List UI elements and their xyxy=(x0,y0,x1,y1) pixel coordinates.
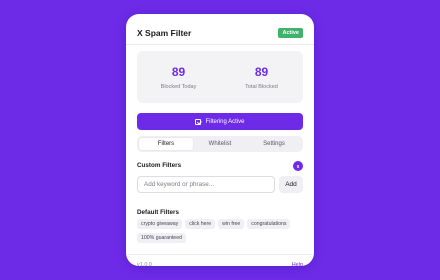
stat-total-blocked: 89 Total Blocked xyxy=(220,51,303,103)
tab-settings[interactable]: Settings xyxy=(247,138,301,150)
stat-label: Blocked Today xyxy=(160,83,197,90)
filter-chip[interactable]: crypto giveaway xyxy=(137,219,183,229)
tab-filters[interactable]: Filters xyxy=(139,138,193,150)
stats-panel: 89 Blocked Today 89 Total Blocked xyxy=(137,51,303,103)
header-divider xyxy=(126,44,314,45)
filter-chip[interactable]: win free xyxy=(218,219,245,229)
version-label: v1.0.0 xyxy=(137,262,152,268)
add-filter-row: Add xyxy=(137,176,303,193)
custom-filters-title: Custom Filters xyxy=(137,162,182,169)
default-filters-list: crypto giveaway click here win free cong… xyxy=(137,219,307,243)
header: X Spam Filter Active xyxy=(137,26,303,40)
footer: v1.0.0 Help xyxy=(137,262,303,268)
keyword-input[interactable] xyxy=(137,176,275,193)
status-badge: Active xyxy=(278,28,303,38)
add-button[interactable]: Add xyxy=(279,176,303,193)
help-link[interactable]: Help xyxy=(292,262,303,268)
tab-bar: Filters Whitelist Settings xyxy=(137,136,303,152)
filter-chip[interactable]: congratulations xyxy=(247,219,291,229)
custom-filters-count-badge: 0 xyxy=(293,161,303,171)
default-filters-title: Default Filters xyxy=(137,209,179,216)
filter-chip[interactable]: 100% guaranteed xyxy=(137,233,186,243)
tab-whitelist[interactable]: Whitelist xyxy=(193,138,247,150)
app-title: X Spam Filter xyxy=(137,28,192,38)
filtering-toggle-label: Filtering Active xyxy=(205,118,245,125)
filter-chip[interactable]: click here xyxy=(185,219,216,229)
filtering-toggle-button[interactable]: Filtering Active xyxy=(137,113,303,130)
popup-card: X Spam Filter Active 89 Blocked Today 89… xyxy=(126,14,314,268)
stat-blocked-today: 89 Blocked Today xyxy=(137,51,220,103)
checkbox-icon xyxy=(195,118,202,125)
footer-divider xyxy=(126,254,314,255)
stat-label: Total Blocked xyxy=(245,83,278,90)
stat-value: 89 xyxy=(254,64,269,79)
stat-value: 89 xyxy=(171,64,186,79)
